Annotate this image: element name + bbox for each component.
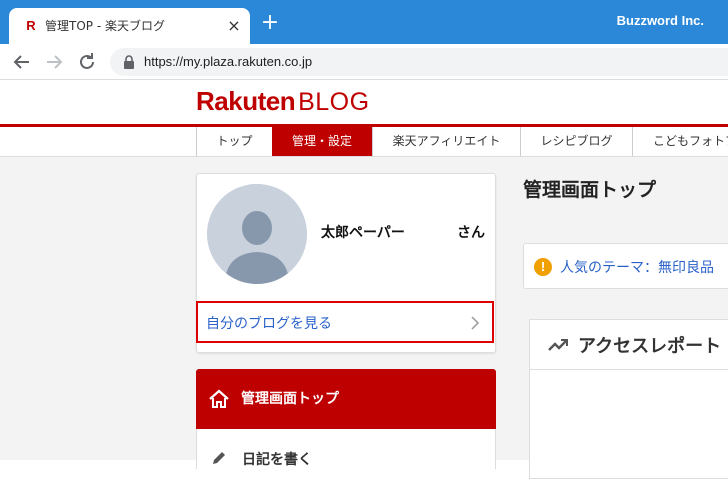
menu-item-write-diary-label: 日記を書く xyxy=(242,452,312,468)
forward-arrow-icon[interactable] xyxy=(42,50,66,74)
reload-icon[interactable] xyxy=(75,50,99,74)
trend-chart-icon xyxy=(548,339,568,351)
menu-item-admin-top[interactable]: 管理画面トップ xyxy=(196,369,496,429)
new-tab-button[interactable]: + xyxy=(259,12,281,35)
avatar xyxy=(207,184,307,284)
chevron-right-icon xyxy=(471,316,480,330)
browser-toolbar: https://my.plaza.rakuten.co.jp xyxy=(0,44,728,80)
popular-theme-notice[interactable]: ! 人気のテーマ：無印良品 xyxy=(523,243,728,289)
view-my-blog-link[interactable]: 自分のブログを見る xyxy=(196,301,494,343)
profile-card: 太郎ペーパー さん 自分のブログを見る xyxy=(196,173,496,353)
access-report-panel: アクセスレポート xyxy=(529,319,728,479)
nav-item-recipe-blog[interactable]: レシピブログ xyxy=(520,127,632,156)
site-header: Rakuten BLOG xyxy=(0,80,728,127)
menu-item-admin-top-label: 管理画面トップ xyxy=(241,391,339,407)
tab-close-icon[interactable]: × xyxy=(224,16,244,36)
info-icon: ! xyxy=(534,258,552,276)
rakuten-blog-logo[interactable]: Rakuten BLOG xyxy=(196,86,370,120)
global-nav: トップ 管理・設定 楽天アフィリエイト レシピブログ こどもフォトブック xyxy=(0,127,728,157)
view-my-blog-label: 自分のブログを見る xyxy=(206,316,332,332)
logo-main-text: Rakuten xyxy=(196,86,296,116)
nav-item-kids-photobook[interactable]: こどもフォトブック xyxy=(632,127,728,156)
lock-icon xyxy=(124,55,134,69)
home-icon xyxy=(209,389,229,408)
access-report-header: アクセスレポート xyxy=(530,320,728,370)
back-arrow-icon[interactable] xyxy=(10,50,34,74)
pencil-icon xyxy=(213,452,225,464)
user-honorific: さん xyxy=(457,225,485,241)
side-menu: 管理画面トップ 日記を書く xyxy=(196,369,496,469)
nav-item-admin-settings[interactable]: 管理・設定 xyxy=(272,127,372,156)
nav-item-affiliate[interactable]: 楽天アフィリエイト xyxy=(372,127,520,156)
browser-titlebar: R 管理TOP - 楽天ブログ × + Buzzword Inc. xyxy=(0,0,728,44)
popular-theme-text: 人気のテーマ：無印良品 xyxy=(560,260,714,276)
url-text: https://my.plaza.rakuten.co.jp xyxy=(144,54,313,69)
rakuten-favicon-icon: R xyxy=(26,18,36,33)
access-report-title: アクセスレポート xyxy=(578,336,722,357)
page-title: 管理画面トップ xyxy=(523,179,657,201)
user-name: 太郎ペーパー xyxy=(321,225,405,241)
tab-title: 管理TOP - 楽天ブログ xyxy=(45,19,165,33)
user-silhouette-icon xyxy=(207,184,307,284)
menu-item-write-diary[interactable]: 日記を書く xyxy=(196,429,496,469)
logo-sub-text: BLOG xyxy=(298,88,370,116)
nav-item-top[interactable]: トップ xyxy=(196,127,272,156)
profile-name: Buzzword Inc. xyxy=(616,13,704,28)
browser-tab[interactable]: R 管理TOP - 楽天ブログ × xyxy=(9,8,250,44)
page-content: Rakuten BLOG トップ 管理・設定 楽天アフィリエイト レシピブログ … xyxy=(0,80,728,479)
address-bar[interactable]: https://my.plaza.rakuten.co.jp xyxy=(110,48,728,76)
